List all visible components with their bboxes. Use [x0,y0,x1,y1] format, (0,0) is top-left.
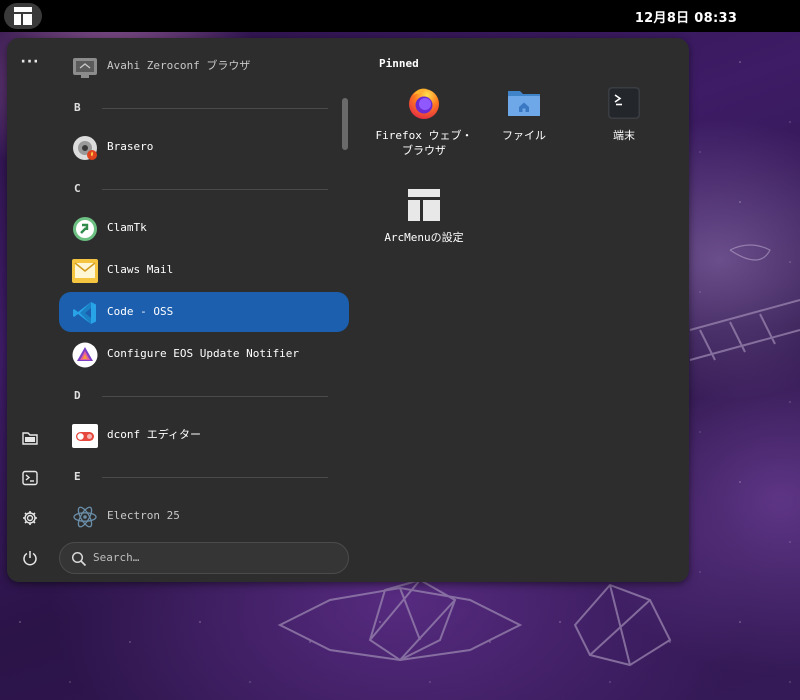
list-item-label: Claws Mail [107,263,174,276]
menu-side-rail: ··· [7,38,53,582]
gear-icon [23,511,37,525]
power-icon [23,551,37,566]
antivirus-icon [73,217,97,241]
toggle-switch-icon [72,424,98,448]
network-monitor-icon [73,58,97,78]
search-icon [71,551,87,567]
pinned-label: ArcMenuの設定 [384,231,464,244]
list-item-label: Electron 25 [107,509,180,522]
more-options-button[interactable]: ··· [14,46,46,78]
list-item-electron[interactable]: Electron 25 [59,496,349,536]
clock[interactable]: 12月8日 08:33 [0,0,800,32]
more-options-icon: ··· [20,54,40,70]
section-header-d: D [73,386,328,406]
code-editor-icon [73,302,96,324]
top-bar: 12月8日 08:33 [0,0,800,32]
pinned-label: Firefox ウェブ・ブラウザ [375,129,473,157]
mail-icon [72,259,98,283]
search-field[interactable]: Search… [59,542,349,574]
arcmenu-panel: ··· Avahi Zeroconf ブラウザ B Brasero C Clam… [7,38,689,582]
pinned-title: Pinned [379,57,419,70]
list-item-clamtk[interactable]: ClamTk [59,208,349,248]
list-item-claws-mail[interactable]: Claws Mail [59,250,349,290]
pinned-arcmenu-settings[interactable]: ArcMenuの設定 [374,188,474,288]
list-item-label: dconf エディター [107,428,201,441]
pinned-label: ファイル [502,129,546,142]
list-item-code-oss[interactable]: Code - OSS [59,292,349,332]
section-header-e: E [73,467,328,487]
section-header-c: C [73,179,328,199]
list-item-label: ClamTk [107,221,147,234]
search-placeholder: Search… [93,551,140,564]
list-item-label: Code - OSS [107,305,174,318]
terminal-icon [608,87,640,119]
list-item-label: Avahi Zeroconf ブラウザ [107,59,251,72]
arcmenu-settings-icon [408,189,440,221]
files-shortcut-button[interactable] [14,422,46,454]
list-item-dconf-editor[interactable]: dconf エディター [59,415,349,455]
firefox-icon [409,88,439,119]
list-item-brasero[interactable]: Brasero [59,127,349,167]
list-item-label: Brasero [107,140,154,153]
terminal-small-icon [22,470,38,486]
power-button[interactable] [14,542,46,574]
update-notifier-icon [72,342,98,368]
pinned-files[interactable]: ファイル [474,86,574,186]
section-header-b: B [73,98,328,118]
disc-burner-icon [73,136,97,160]
app-list: Avahi Zeroconf ブラウザ B Brasero C ClamTk C… [59,46,351,536]
electron-atom-icon [73,506,97,528]
list-item-label: Configure EOS Update Notifier [107,347,300,360]
settings-button[interactable] [14,502,46,534]
pinned-label: 端末 [613,129,635,142]
pinned-firefox[interactable]: Firefox ウェブ・ブラウザ [374,86,474,186]
app-list-scrollbar[interactable] [342,98,348,150]
files-folder-icon [508,91,540,116]
list-item-avahi[interactable]: Avahi Zeroconf ブラウザ [59,46,349,86]
list-item-eos-update-notifier[interactable]: Configure EOS Update Notifier [59,334,349,374]
folder-icon [22,432,38,445]
pinned-terminal[interactable]: 端末 [574,86,674,186]
terminal-shortcut-button[interactable] [14,462,46,494]
